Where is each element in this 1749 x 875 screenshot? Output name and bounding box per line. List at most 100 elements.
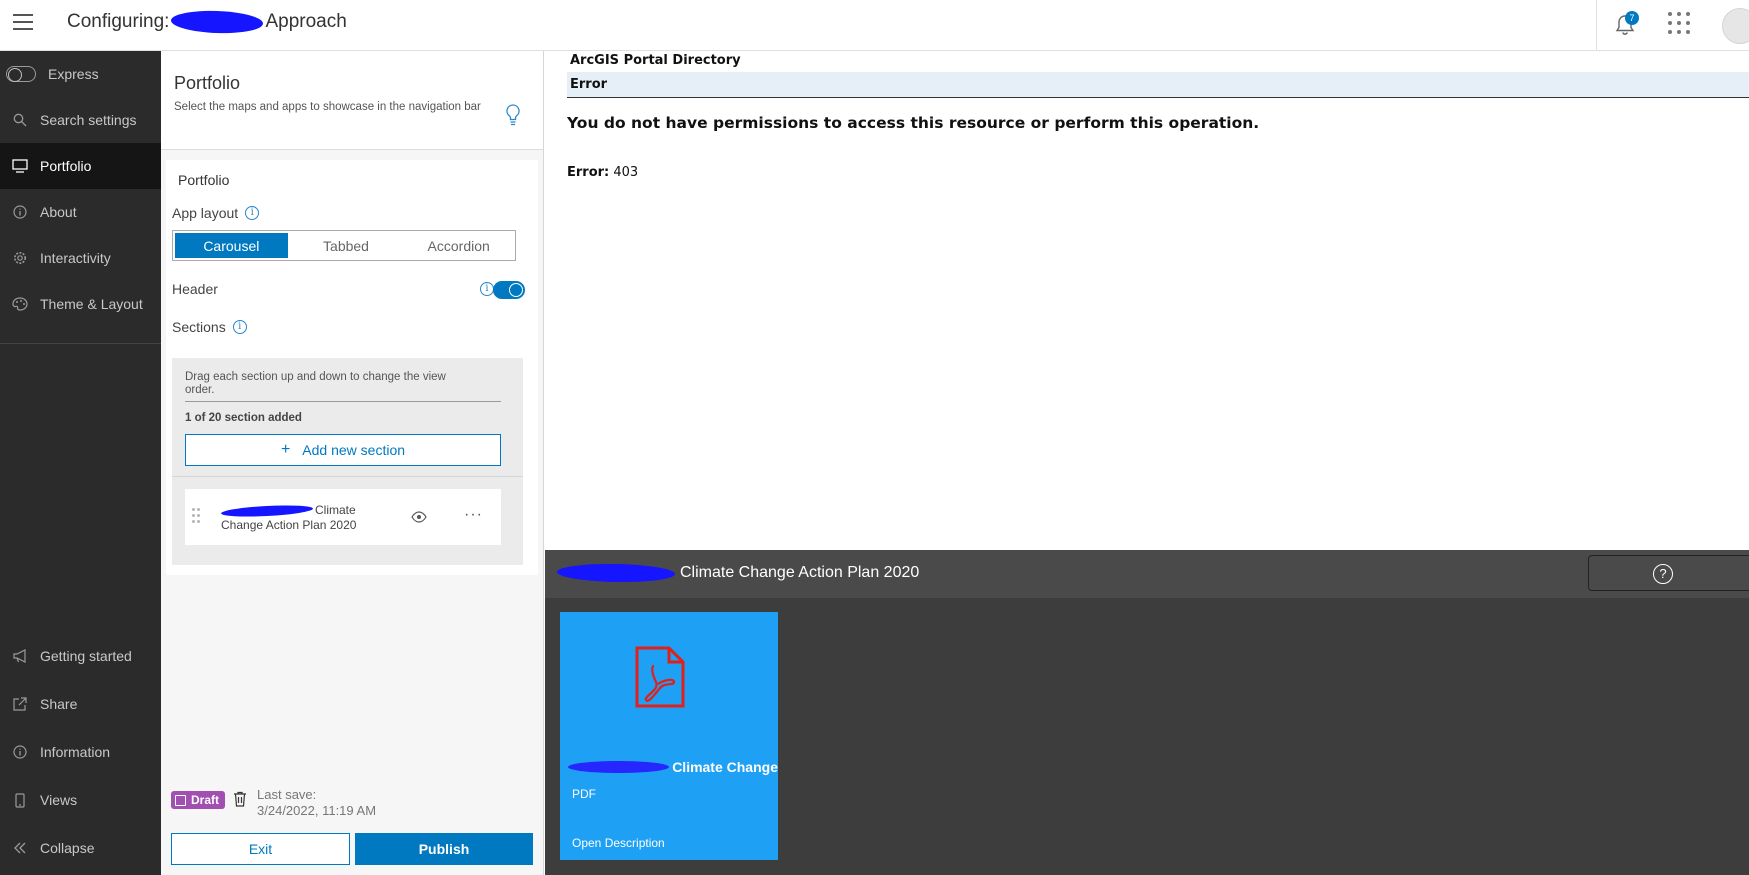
publish-button[interactable]: Publish (355, 833, 533, 865)
left-navigation: Express Search settings Portfolio About … (0, 51, 161, 875)
drag-handle-icon[interactable] (192, 508, 200, 524)
save-status-row: Draft Last save: 3/24/2022, 11:19 AM (171, 787, 376, 821)
section-item-title-part1: Climate (315, 503, 356, 517)
palette-icon (12, 296, 28, 312)
section-item-title-part2: Change Action Plan 2020 (221, 518, 357, 532)
sections-container: Drag each section up and down to change … (172, 358, 523, 565)
app-preview: ArcGIS Portal Directory Error You do not… (545, 51, 1749, 875)
draft-badge: Draft (171, 791, 226, 809)
tile-title: Climate Change (568, 759, 778, 775)
add-section-label: Add new section (302, 442, 406, 458)
trash-icon[interactable] (233, 791, 247, 807)
menu-icon[interactable] (13, 14, 33, 32)
nav-item-label: Interactivity (40, 250, 111, 266)
notification-count-badge: 7 (1625, 11, 1639, 25)
portal-directory-title: ArcGIS Portal Directory (570, 53, 741, 68)
page-title-prefix: Configuring: (67, 11, 170, 32)
page-title-suffix: Approach (265, 11, 347, 32)
nav-item-interactivity[interactable]: Interactivity (0, 235, 161, 281)
pdf-file-icon (634, 646, 686, 708)
nav-item-label: Search settings (40, 112, 137, 128)
section-list-item[interactable]: Climate Change Action Plan 2020 ··· (185, 489, 501, 545)
config-panel: Portfolio Select the maps and apps to sh… (161, 51, 544, 875)
pdf-item-tile[interactable]: Climate Change PDF Open Description (560, 612, 778, 860)
lightbulb-icon[interactable] (505, 103, 521, 127)
sections-count: 1 of 20 section added (185, 412, 302, 424)
card-title: Portfolio (178, 172, 230, 188)
double-chevron-left-icon (12, 840, 28, 856)
nav-item-information[interactable]: Information (0, 729, 161, 775)
last-save-time: 3/24/2022, 11:19 AM (257, 803, 377, 818)
nav-item-about[interactable]: About (0, 189, 161, 235)
help-button[interactable]: ? (1588, 555, 1749, 591)
nav-item-theme-layout[interactable]: Theme & Layout (0, 281, 161, 327)
nav-item-search-settings[interactable]: Search settings (0, 97, 161, 143)
nav-item-label: Portfolio (40, 158, 92, 174)
layout-option-tabbed[interactable]: Tabbed (290, 231, 403, 260)
portfolio-viewer: Climate Change Action Plan 2020 ? Climat… (545, 550, 1749, 875)
panel-header: Portfolio Select the maps and apps to sh… (161, 51, 543, 150)
section-item-title: Climate Change Action Plan 2020 (220, 503, 381, 533)
nav-item-label: Information (40, 744, 111, 760)
error-code: Error: 403 (567, 165, 638, 180)
header-toggle-switch[interactable] (493, 281, 525, 299)
layout-option-accordion[interactable]: Accordion (402, 231, 515, 260)
floppy-disk-icon (175, 794, 186, 806)
info-icon[interactable]: i (480, 282, 494, 296)
nav-item-label: Views (40, 792, 78, 808)
nav-item-collapse[interactable]: Collapse (0, 825, 161, 871)
express-toggle-item[interactable]: Express (0, 51, 161, 97)
nav-item-share[interactable]: Share (0, 681, 161, 727)
add-new-section-button[interactable]: + Add new section (185, 434, 501, 466)
draft-label: Draft (191, 793, 220, 807)
nav-item-getting-started[interactable]: Getting started (0, 633, 161, 679)
app-layout-segmented-control: Carousel Tabbed Accordion (172, 230, 516, 261)
phone-icon (12, 792, 28, 808)
info-icon[interactable]: i (232, 320, 247, 334)
sections-help-text: Drag each section up and down to change … (185, 371, 446, 396)
viewer-title-text: Climate Change Action Plan 2020 (680, 564, 920, 581)
header-divider (1596, 0, 1597, 51)
user-avatar[interactable] (1722, 8, 1749, 44)
nav-item-views[interactable]: Views (0, 777, 161, 823)
tile-title-text: Climate Change (672, 759, 778, 775)
viewer-title: Climate Change Action Plan 2020 (556, 562, 920, 584)
divider (185, 401, 501, 402)
tile-item-type: PDF (572, 787, 596, 801)
nav-item-portfolio[interactable]: Portfolio (0, 143, 161, 189)
app-layout-label: App layout (172, 205, 239, 221)
info-icon (12, 744, 28, 760)
search-icon (12, 112, 28, 128)
redaction-mark (171, 9, 264, 35)
portfolio-settings-card: Portfolio App layout i Carousel Tabbed A… (166, 160, 538, 575)
nav-item-label: Getting started (40, 648, 132, 664)
plus-icon: + (280, 441, 291, 458)
share-icon (12, 696, 28, 712)
question-icon: ? (1653, 564, 1673, 584)
last-save-info: Last save: 3/24/2022, 11:19 AM (257, 787, 376, 819)
notification-bell-icon[interactable]: 7 (1614, 11, 1639, 37)
megaphone-icon (12, 648, 28, 664)
sections-label-row: Sections i (172, 319, 247, 335)
exit-button[interactable]: Exit (171, 833, 350, 865)
express-toggle-switch[interactable] (6, 66, 36, 82)
express-label: Express (48, 66, 99, 82)
nav-item-label: Theme & Layout (40, 296, 143, 312)
nav-divider (0, 343, 161, 344)
sections-label: Sections (172, 319, 226, 335)
last-save-label: Last save: (257, 787, 317, 802)
open-description-link[interactable]: Open Description (572, 836, 665, 850)
app-launcher-icon[interactable] (1668, 12, 1690, 34)
eye-icon[interactable] (411, 510, 427, 523)
more-options-icon[interactable]: ··· (464, 506, 483, 524)
nav-item-label: About (40, 204, 77, 220)
error-code-label: Error: (567, 165, 610, 180)
info-icon[interactable]: i (245, 206, 260, 220)
layout-option-carousel[interactable]: Carousel (175, 233, 288, 258)
error-code-value: 403 (613, 165, 639, 180)
info-icon (12, 204, 28, 220)
redaction-mark (556, 562, 676, 584)
monitor-icon (12, 158, 28, 174)
panel-title: Portfolio (174, 73, 241, 93)
error-heading: Error (570, 77, 608, 92)
